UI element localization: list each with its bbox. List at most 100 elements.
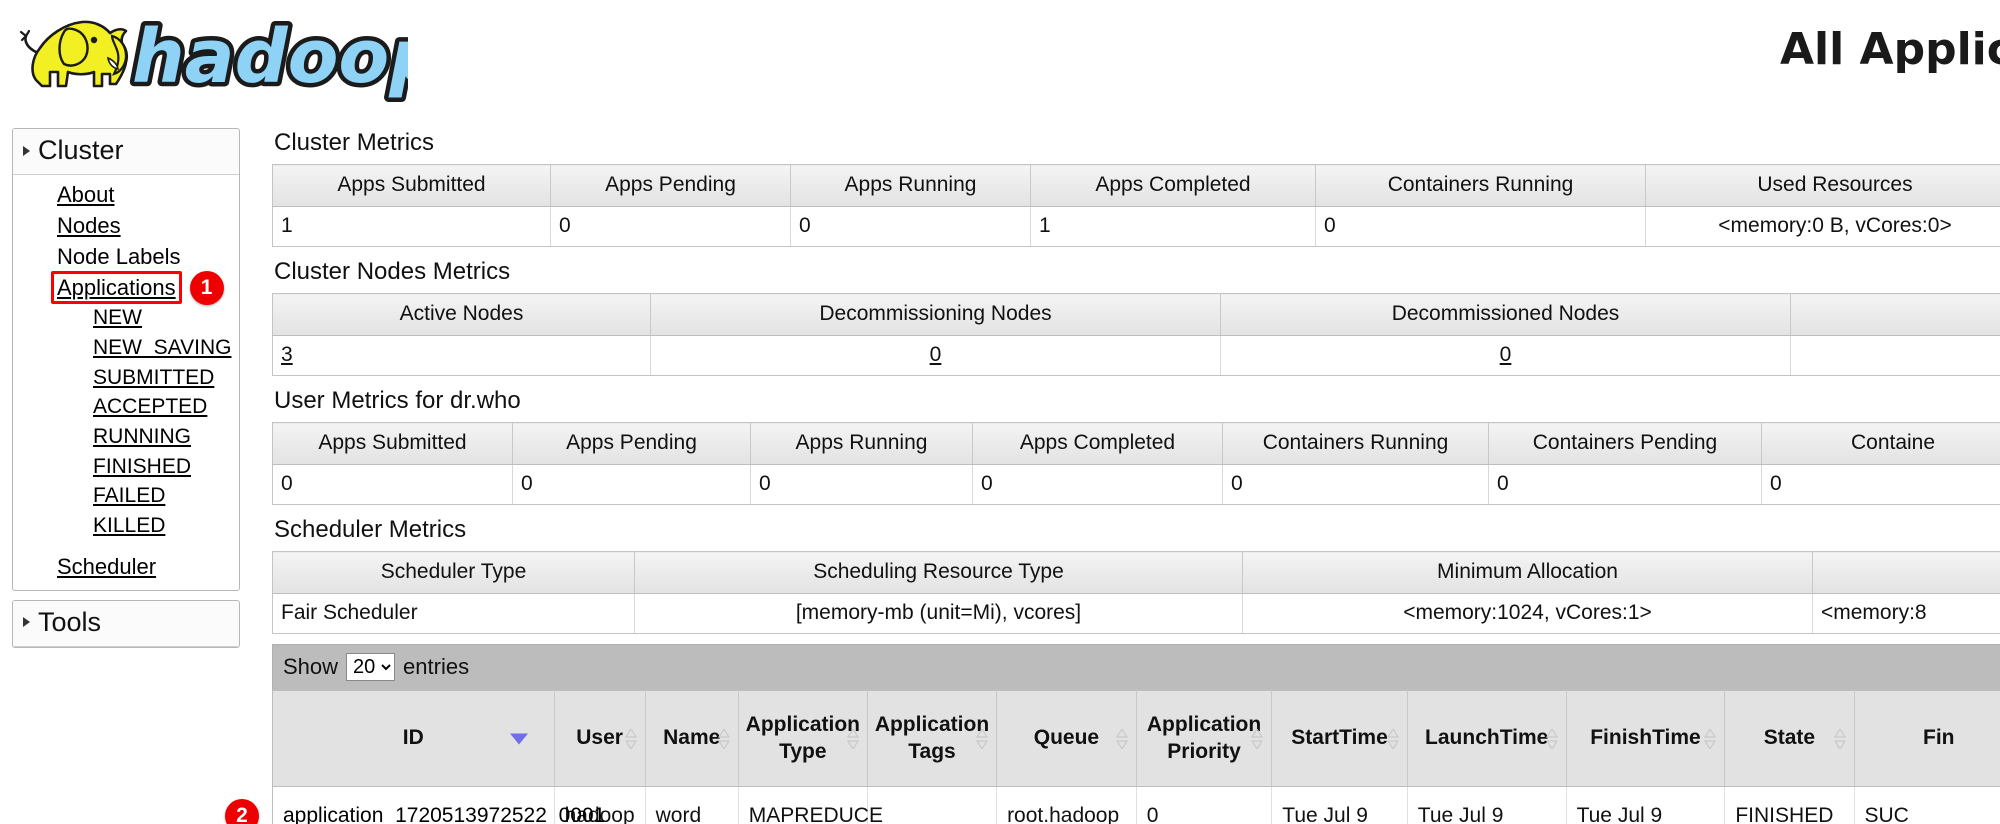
val-maximum-allocation: <memory:8 <box>1812 593 2000 634</box>
cluster-nodes-metrics-table: Active Nodes Decommissioning Nodes Decom… <box>272 293 2000 376</box>
scheduler-metrics-table: Scheduler Type Scheduling Resource Type … <box>272 551 2000 634</box>
val-minimum-allocation: <memory:1024, vCores:1> <box>1242 593 1813 634</box>
col-label-application-type: Application Type <box>745 712 861 763</box>
col-header-state[interactable]: State <box>1724 690 1855 787</box>
val-containers-running: 0 <box>1315 206 1646 247</box>
sidebar: Cluster About Nodes Node Labels Applicat… <box>12 128 240 657</box>
col-header-queue[interactable]: Queue <box>996 690 1137 787</box>
sidebar-item-state-new-saving[interactable]: NEW_SAVING <box>13 333 239 363</box>
col-header-name[interactable]: Name <box>645 690 739 787</box>
col-minimum-allocation: Minimum Allocation <box>1242 551 1813 594</box>
sort-icon[interactable] <box>1833 728 1846 749</box>
col-apps-submitted: Apps Submitted <box>272 164 551 207</box>
val-user-apps-pending: 0 <box>512 464 751 505</box>
applications-toolbar: Show 20 entries <box>272 644 2000 690</box>
entries-per-page-select[interactable]: 20 <box>346 653 396 681</box>
sidebar-item-state-failed[interactable]: FAILED <box>13 481 239 511</box>
cell-final-status: SUC <box>1854 786 2000 824</box>
sort-icon[interactable] <box>1386 728 1399 749</box>
cluster-metrics-title: Cluster Metrics <box>274 129 435 156</box>
sort-icon[interactable] <box>624 728 637 749</box>
val-decommissioning-nodes[interactable]: 0 <box>930 343 942 366</box>
col-header-final-status[interactable]: Fin <box>1854 690 2000 787</box>
cell-queue: root.hadoop <box>996 786 1137 824</box>
sidebar-item-state-killed[interactable]: KILLED <box>13 511 239 541</box>
cell-application-type: MAPREDUCE <box>738 786 883 824</box>
col-header-user[interactable]: User <box>554 690 646 787</box>
sidebar-item-state-submitted[interactable]: SUBMITTED <box>13 363 239 393</box>
col-header-application-type[interactable]: Application Type <box>738 690 868 787</box>
user-metrics-table: Apps Submitted Apps Pending Apps Running… <box>272 422 2000 505</box>
entries-label: entries <box>403 654 470 679</box>
val-user-containers-extra: 0 <box>1761 464 2000 505</box>
col-maximum-allocation <box>1812 551 2000 594</box>
annotation-badge-1: 1 <box>189 270 224 305</box>
col-label-id: ID <box>402 726 424 750</box>
sort-icon[interactable] <box>717 728 730 749</box>
page-header: hadoop hadoop All Applic <box>0 0 2000 118</box>
sidebar-item-state-running[interactable]: RUNNING <box>13 422 239 452</box>
page-title: All Applic <box>1780 24 2000 75</box>
sort-icon[interactable] <box>1251 728 1264 749</box>
col-containers-running: Containers Running <box>1315 164 1646 207</box>
cell-application-id: application_1720513972522_0001 <box>272 786 605 824</box>
val-used-resources: <memory:0 B, vCores:0> <box>1645 206 2000 247</box>
col-used-resources: Used Resources <box>1645 164 2000 207</box>
col-user-apps-completed: Apps Completed <box>972 422 1223 465</box>
hadoop-logo[interactable]: hadoop hadoop <box>8 2 408 110</box>
application-id-link[interactable]: application_1720513972522_0001 <box>283 804 605 824</box>
table-header-row: Scheduler Type Scheduling Resource Type … <box>272 551 2000 594</box>
col-user-containers-pending: Containers Pending <box>1488 422 1762 465</box>
scheduler-metrics-title: Scheduler Metrics <box>274 516 467 543</box>
val-active-nodes[interactable]: 3 <box>281 343 293 366</box>
col-user-containers-extra: Containe <box>1761 422 2000 465</box>
disclosure-triangle-icon[interactable] <box>23 145 30 156</box>
sort-desc-active-icon[interactable] <box>509 733 528 744</box>
table-header-row: Apps Submitted Apps Pending Apps Running… <box>272 164 2000 207</box>
col-header-application-priority[interactable]: Application Priority <box>1136 690 1273 787</box>
sidebar-item-state-new[interactable]: NEW <box>13 303 239 333</box>
col-header-id[interactable]: ID <box>272 690 555 787</box>
col-header-start-time[interactable]: StartTime <box>1271 690 1408 787</box>
sort-icon[interactable] <box>846 728 859 749</box>
table-header-row: Active Nodes Decommissioning Nodes Decom… <box>272 293 2000 336</box>
table-row: 3 0 0 0 <box>272 335 2000 376</box>
col-label-final-status: Fin <box>1923 726 1955 750</box>
col-scheduling-resource-type: Scheduling Resource Type <box>634 551 1243 594</box>
sidebar-item-nodes[interactable]: Nodes <box>13 210 239 241</box>
col-user-apps-pending: Apps Pending <box>512 422 751 465</box>
sidebar-item-about[interactable]: About <box>13 179 239 210</box>
table-header-row: Apps Submitted Apps Pending Apps Running… <box>272 422 2000 465</box>
sidebar-item-node-labels[interactable]: Node Labels <box>13 241 239 272</box>
sidebar-item-state-accepted[interactable]: ACCEPTED <box>13 392 239 422</box>
sort-icon[interactable] <box>1545 728 1558 749</box>
cell-start-time: Tue Jul 9 16:47:07 +0800 2024 <box>1271 786 1408 824</box>
col-user-apps-submitted: Apps Submitted <box>272 422 513 465</box>
col-user-apps-running: Apps Running <box>750 422 973 465</box>
cell-finish-time: Tue Jul 9 16:47:31 +0800 2024 <box>1566 786 1726 824</box>
cell-name: word count <box>645 786 739 824</box>
sidebar-tools-title: Tools <box>38 606 102 637</box>
val-apps-submitted: 1 <box>272 206 551 247</box>
col-header-launch-time[interactable]: LaunchTime <box>1407 690 1567 787</box>
sidebar-cluster-title: Cluster <box>38 135 124 165</box>
val-scheduler-type: Fair Scheduler <box>272 593 635 634</box>
sidebar-cluster-header[interactable]: Cluster <box>13 129 239 175</box>
table-row: 0 0 0 0 0 0 0 <box>272 464 2000 505</box>
val-decommissioned-nodes[interactable]: 0 <box>1500 343 1512 366</box>
sort-icon[interactable] <box>1115 728 1128 749</box>
sort-icon[interactable] <box>976 728 989 749</box>
col-header-application-tags[interactable]: Application Tags <box>867 690 998 787</box>
col-scheduler-type: Scheduler Type <box>272 551 635 594</box>
sidebar-cluster-body: About Nodes Node Labels Applications NEW… <box>13 175 239 590</box>
col-header-finish-time[interactable]: FinishTime <box>1566 690 1726 787</box>
sidebar-tools-header[interactable]: Tools <box>13 600 239 647</box>
sidebar-panel-tools: Tools <box>12 599 240 648</box>
sidebar-item-scheduler[interactable]: Scheduler <box>13 551 239 582</box>
sidebar-item-state-finished[interactable]: FINISHED <box>13 452 239 482</box>
sort-icon[interactable] <box>1704 728 1717 749</box>
disclosure-triangle-icon[interactable] <box>23 617 30 628</box>
main-content: Cluster Metrics Apps Submitted Apps Pend… <box>272 128 2000 824</box>
col-label-user: User <box>576 726 623 750</box>
col-user-containers-running: Containers Running <box>1222 422 1489 465</box>
